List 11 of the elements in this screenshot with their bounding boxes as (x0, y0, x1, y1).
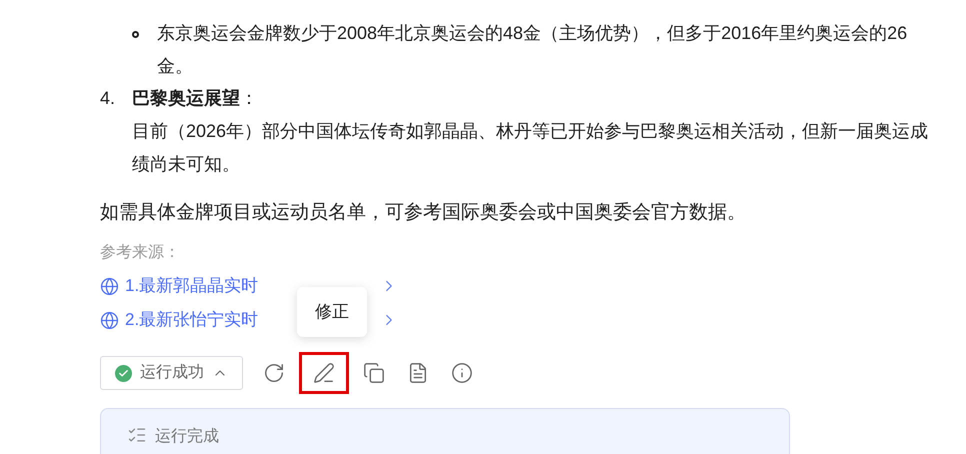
list-heading: 巴黎奥运展望： (132, 87, 258, 110)
panel-title: 运行完成 (155, 426, 219, 447)
source-link[interactable]: 2.最新张怡宁实时 (125, 307, 258, 333)
tooltip: 修正 (297, 287, 367, 337)
status-button[interactable]: 运行成功 (100, 356, 243, 390)
bullet-text: 东京奥运会金牌数少于2008年北京奥运会的48金（主场优势），但多于2016年里约奥运会的26金。 (157, 22, 908, 78)
sources-label: 参考来源： (100, 242, 181, 263)
paragraph: 目前（2026年）部分中国体坛传奇如郭晶晶、林丹等已开始参与巴黎奥运相关活动，但新一届奥运成绩尚未可知。 (131, 120, 930, 176)
list-number: 4. (100, 87, 116, 110)
source-link[interactable]: 1.最新郭晶晶实时 (125, 273, 258, 299)
closing-text: 如需具体金牌项目或运动员名单，可参考国际奥委会或中国奥委会官方数据。 (100, 201, 747, 225)
